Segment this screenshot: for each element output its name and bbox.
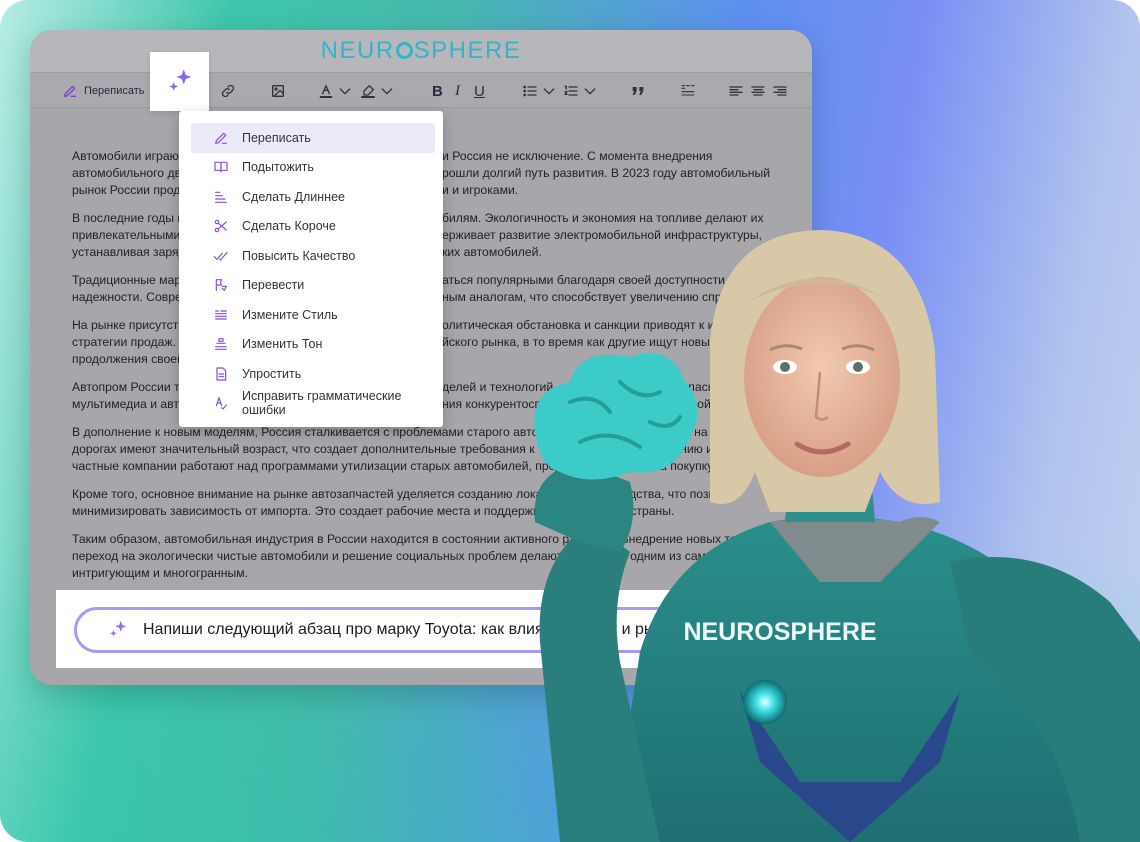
tone-icon	[215, 338, 227, 351]
menu-item-label: Сделать Длиннее	[242, 189, 345, 204]
highlight-button[interactable]	[360, 81, 395, 101]
menu-item-label: Сделать Короче	[242, 219, 336, 234]
menu-item-label: Упростить	[242, 366, 302, 381]
scissors-icon	[214, 219, 227, 233]
double-check-icon	[213, 251, 228, 261]
quote-icon	[632, 87, 644, 95]
menu-item[interactable]: Изменить Тон	[191, 330, 435, 360]
ai-assistant-button[interactable]	[150, 52, 209, 111]
menu-item[interactable]: Упростить	[191, 359, 435, 389]
style-icon	[215, 310, 227, 320]
bullet-list-icon	[523, 85, 537, 97]
align-left-button[interactable]	[728, 81, 744, 101]
lines-longer-icon	[215, 191, 227, 203]
rewrite-label: Переписать	[84, 85, 145, 97]
align-center-button[interactable]	[750, 81, 766, 101]
text-color-icon	[319, 85, 333, 98]
chest-core	[743, 680, 787, 724]
chevron-down-icon	[381, 88, 393, 95]
align-left-icon	[729, 86, 743, 96]
menu-item-label: Переписать	[242, 130, 311, 145]
menu-item[interactable]: Сделать Короче	[191, 212, 435, 242]
image-button[interactable]	[270, 81, 286, 101]
quote-button[interactable]	[630, 81, 646, 101]
suit-brand-text: NEUROSPHERE	[683, 618, 876, 646]
align-center-icon	[751, 86, 765, 96]
underline-button[interactable]: U	[474, 81, 485, 101]
link-icon	[221, 84, 235, 98]
menu-item[interactable]: Переписать	[191, 123, 435, 153]
spellcheck-icon	[215, 397, 227, 410]
menu-item[interactable]: Подытожить	[191, 153, 435, 183]
image-icon	[272, 85, 284, 97]
sparkle-icon	[168, 69, 191, 91]
text-color-button[interactable]	[318, 81, 353, 101]
chevron-down-icon	[543, 88, 555, 95]
highlighter-icon	[361, 85, 375, 98]
editor-header: NEUR SPHERE	[30, 30, 812, 72]
bullet-list-button[interactable]	[522, 81, 557, 101]
sparkle-icon	[110, 620, 127, 637]
translate-icon	[215, 279, 227, 292]
formatting-toolbar: Переписать B I U	[30, 72, 812, 108]
menu-item[interactable]: Перевести	[191, 271, 435, 301]
pencil-icon	[215, 132, 227, 144]
book-icon	[214, 161, 228, 173]
menu-item-label: Перевести	[242, 278, 305, 293]
menu-item-label: Повысить Качество	[242, 248, 356, 263]
brain-icon	[534, 352, 698, 480]
pencil-icon	[64, 85, 76, 97]
chevron-down-icon	[339, 88, 351, 95]
brand-logo: NEUR SPHERE	[320, 37, 522, 64]
italic-button[interactable]: I	[455, 81, 460, 101]
menu-item[interactable]: Повысить Качество	[191, 241, 435, 271]
menu-item[interactable]: Сделать Длиннее	[191, 182, 435, 212]
ai-actions-menu: Переписать Подытожить Сделать Длиннее Сдела…	[179, 111, 443, 427]
rewrite-button[interactable]: Переписать	[62, 81, 145, 101]
document-icon	[216, 367, 227, 381]
numbered-list-icon	[564, 85, 578, 96]
align-right-icon	[773, 86, 787, 96]
numbered-list-button[interactable]	[563, 81, 598, 101]
menu-item[interactable]: Исправить грамматические ошибки	[191, 389, 435, 419]
menu-item-label: Измените Стиль	[242, 307, 338, 322]
chevron-down-icon	[584, 88, 596, 95]
number-format-icon	[681, 85, 695, 96]
link-button[interactable]	[220, 81, 236, 101]
menu-item-label: Изменить Тон	[242, 337, 323, 352]
text-fragment: и Россия не исключение. С момента внедре…	[442, 149, 713, 163]
menu-item-label: Подытожить	[242, 160, 314, 175]
align-right-button[interactable]	[772, 81, 788, 101]
ai-avatar-illustration: NEUROSPHERE	[534, 230, 1140, 842]
menu-item-label: Исправить грамматические ошибки	[242, 389, 402, 418]
text-fragment: рошли долгий путь развития. В 2023 году …	[442, 166, 771, 180]
special-format-button[interactable]	[680, 81, 696, 101]
text-fragment: и и игроками.	[442, 183, 519, 197]
bold-button[interactable]: B	[432, 81, 443, 101]
menu-item[interactable]: Измените Стиль	[191, 300, 435, 330]
